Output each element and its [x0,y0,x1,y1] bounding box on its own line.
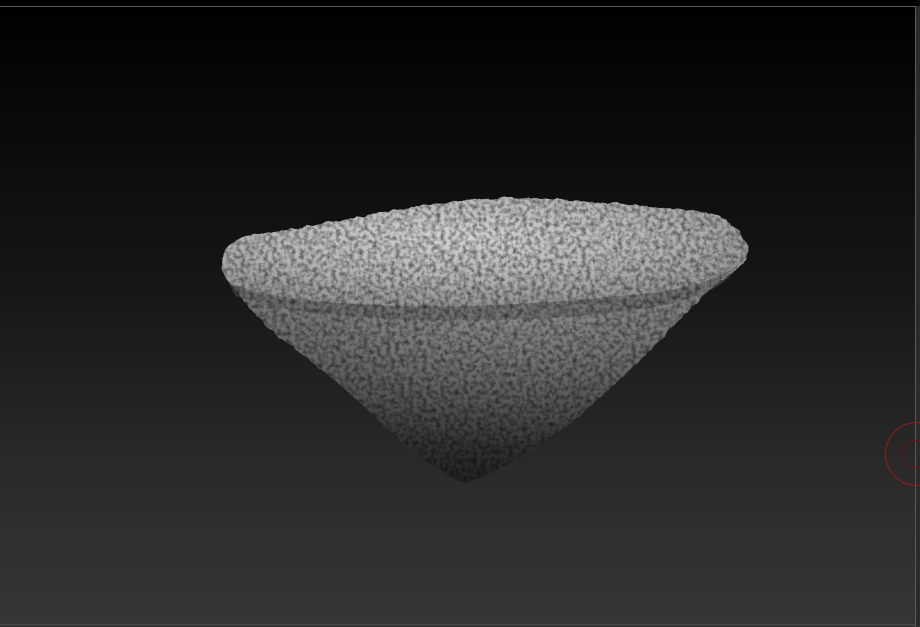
3d-viewport[interactable] [0,0,920,627]
rock-mesh-model[interactable] [0,0,920,627]
rock-texture [221,198,749,483]
